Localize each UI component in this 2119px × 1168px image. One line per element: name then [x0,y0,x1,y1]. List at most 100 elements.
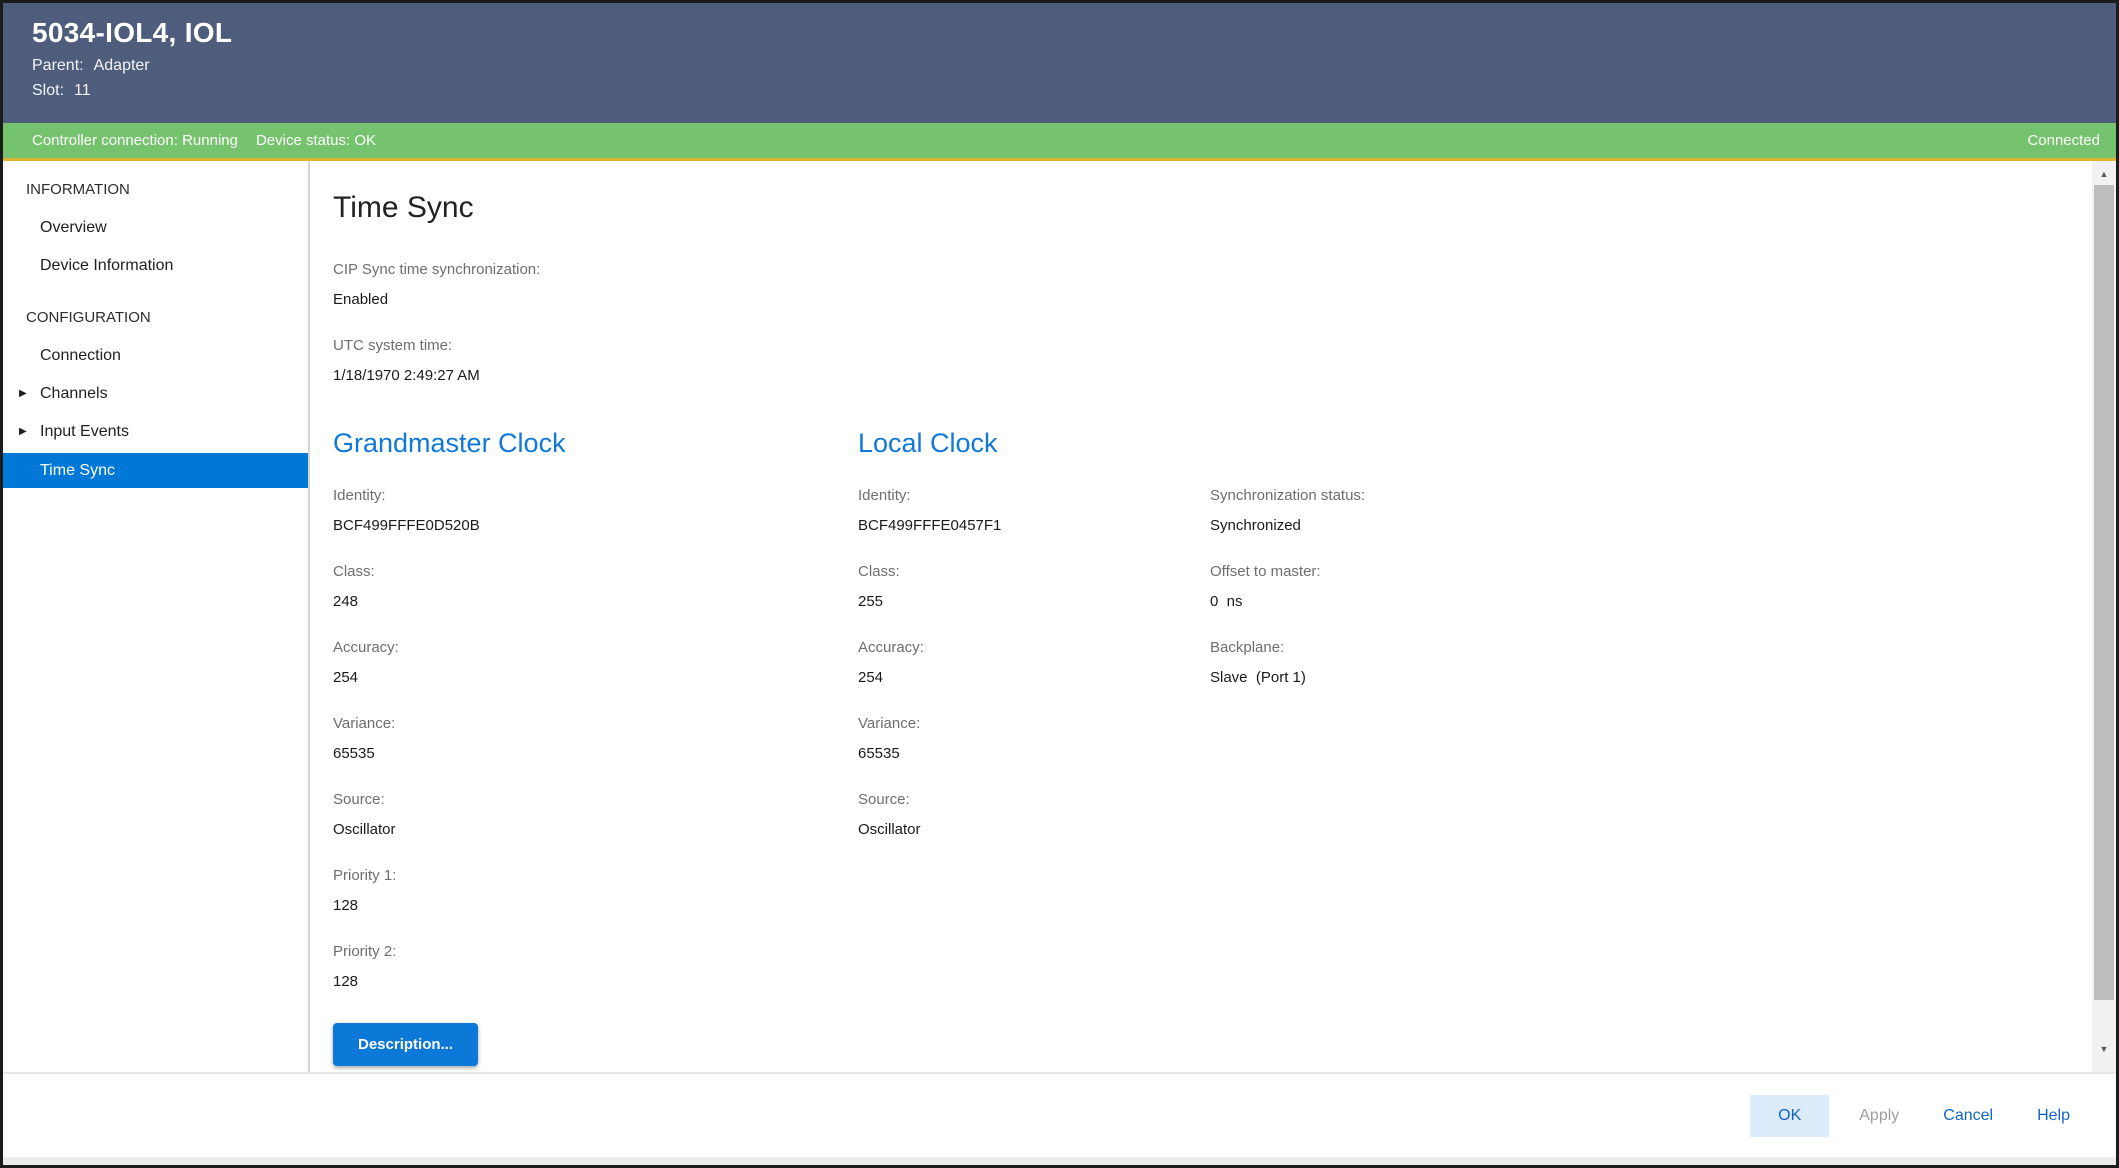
clock-columns: Grandmaster Clock Identity: BCF499FFFE0D… [333,427,2092,1066]
scroll-down-icon[interactable]: ▼ [2092,1038,2116,1060]
field-label: Identity: [858,485,1210,507]
expand-arrow-icon[interactable]: ▶ [19,375,27,413]
connection-state-badge: Connected [2027,132,2100,149]
parent-value: Adapter [94,57,150,74]
sidebar-item-label: Channels [40,385,108,402]
field-local-class: Class: 255 [858,561,1210,613]
field-local-source: Source: Oscillator [858,789,1210,841]
nav-section-configuration: CONFIGURATION [3,299,308,337]
field-label: Identity: [333,485,858,507]
sidebar-item-connection[interactable]: Connection [3,337,308,375]
nav-section-information: INFORMATION [3,171,308,209]
field-value: 128 [333,895,858,917]
slot-label: Slot: [32,82,64,99]
grandmaster-clock-heading: Grandmaster Clock [333,427,858,459]
field-label: Variance: [333,713,858,735]
field-gm-source: Source: Oscillator [333,789,858,841]
slot-line: Slot: 11 [32,82,2116,100]
sidebar-item-channels[interactable]: ▶ Channels [3,375,308,413]
field-value: Oscillator [858,819,1210,841]
field-value: Enabled [333,289,2092,311]
sidebar-item-label: Time Sync [40,462,115,479]
field-label: Accuracy: [858,637,1210,659]
footer-button-bar: OK Apply Cancel Help [3,1072,2116,1157]
sync-status-section: Synchronization status: Synchronized Off… [1210,427,2092,1066]
ok-button[interactable]: OK [1750,1095,1829,1137]
field-value: Oscillator [333,819,858,841]
apply-button[interactable]: Apply [1845,1095,1913,1137]
field-label: Priority 2: [333,941,858,963]
page-heading: Time Sync [333,190,2092,226]
main-panel: Time Sync CIP Sync time synchronization:… [310,161,2092,1072]
sidebar-item-input-events[interactable]: ▶ Input Events [3,413,308,451]
sidebar-item-device-information[interactable]: Device Information [3,247,308,285]
help-button[interactable]: Help [2023,1095,2084,1137]
field-local-accuracy: Accuracy: 254 [858,637,1210,689]
heading-spacer [1210,427,2092,485]
field-gm-accuracy: Accuracy: 254 [333,637,858,689]
device-properties-window: 5034-IOL4, IOL Parent:Adapter Slot: 11 Co… [0,0,2119,1168]
grandmaster-clock-section: Grandmaster Clock Identity: BCF499FFFE0D… [333,427,858,1066]
field-label: Backplane: [1210,637,2092,659]
scrollbar-thumb[interactable] [2094,185,2114,1000]
local-clock-section: Local Clock Identity: BCF499FFFE0457F1 C… [858,427,1210,1066]
content-row: INFORMATION Overview Device Information … [3,161,2116,1072]
bottom-strip [3,1157,2116,1165]
field-label: Source: [333,789,858,811]
top-fields: CIP Sync time synchronization: Enabled U… [333,259,2092,387]
field-value: 248 [333,591,858,613]
sidebar-item-label: Device Information [40,257,173,274]
field-label: Priority 1: [333,865,858,887]
field-value: Slave (Port 1) [1210,667,2092,689]
device-status: Device status: OK [256,132,376,149]
field-value: Synchronized [1210,515,2092,537]
local-clock-heading: Local Clock [858,427,1210,459]
status-bar-left: Controller connection: Running Device st… [32,132,376,149]
field-backplane: Backplane: Slave (Port 1) [1210,637,2092,689]
slot-value: 11 [74,82,91,99]
field-label: Source: [858,789,1210,811]
field-value: 254 [858,667,1210,689]
field-label: Variance: [858,713,1210,735]
field-local-identity: Identity: BCF499FFFE0457F1 [858,485,1210,537]
sidebar-item-label: Connection [40,347,121,364]
field-offset-to-master: Offset to master: 0 ns [1210,561,2092,613]
field-cip-sync: CIP Sync time synchronization: Enabled [333,259,2092,311]
sidebar-item-time-sync[interactable]: Time Sync [3,453,308,488]
field-value: BCF499FFFE0457F1 [858,515,1210,537]
field-label: Class: [858,561,1210,583]
field-value: BCF499FFFE0D520B [333,515,858,537]
field-value: 255 [858,591,1210,613]
field-label: Synchronization status: [1210,485,2092,507]
status-bar: Controller connection: Running Device st… [3,123,2116,161]
sidebar-item-overview[interactable]: Overview [3,209,308,247]
field-value: 128 [333,971,858,993]
parent-line: Parent:Adapter [32,57,2116,75]
field-gm-identity: Identity: BCF499FFFE0D520B [333,485,858,537]
field-value: 0 ns [1210,591,2092,613]
expand-arrow-icon[interactable]: ▶ [19,413,27,451]
field-gm-variance: Variance: 65535 [333,713,858,765]
description-button[interactable]: Description... [333,1023,478,1066]
scroll-up-icon[interactable]: ▲ [2092,163,2116,185]
sidebar-item-label: Overview [40,219,107,236]
field-label: CIP Sync time synchronization: [333,259,2092,281]
field-value: 254 [333,667,858,689]
field-label: UTC system time: [333,335,2092,357]
sidebar-item-label: Input Events [40,423,129,440]
field-sync-status: Synchronization status: Synchronized [1210,485,2092,537]
field-label: Offset to master: [1210,561,2092,583]
field-local-variance: Variance: 65535 [858,713,1210,765]
field-value: 65535 [333,743,858,765]
controller-connection-status: Controller connection: Running [32,132,238,149]
field-label: Class: [333,561,858,583]
vertical-scrollbar[interactable]: ▲ ▼ [2092,161,2116,1072]
field-gm-class: Class: 248 [333,561,858,613]
cancel-button[interactable]: Cancel [1929,1095,2007,1137]
sidebar: INFORMATION Overview Device Information … [3,161,308,1072]
field-value: 1/18/1970 2:49:27 AM [333,365,2092,387]
field-gm-priority1: Priority 1: 128 [333,865,858,917]
window-title: 5034-IOL4, IOL [32,16,2116,50]
titlebar: 5034-IOL4, IOL Parent:Adapter Slot: 11 [3,3,2116,123]
field-value: 65535 [858,743,1210,765]
